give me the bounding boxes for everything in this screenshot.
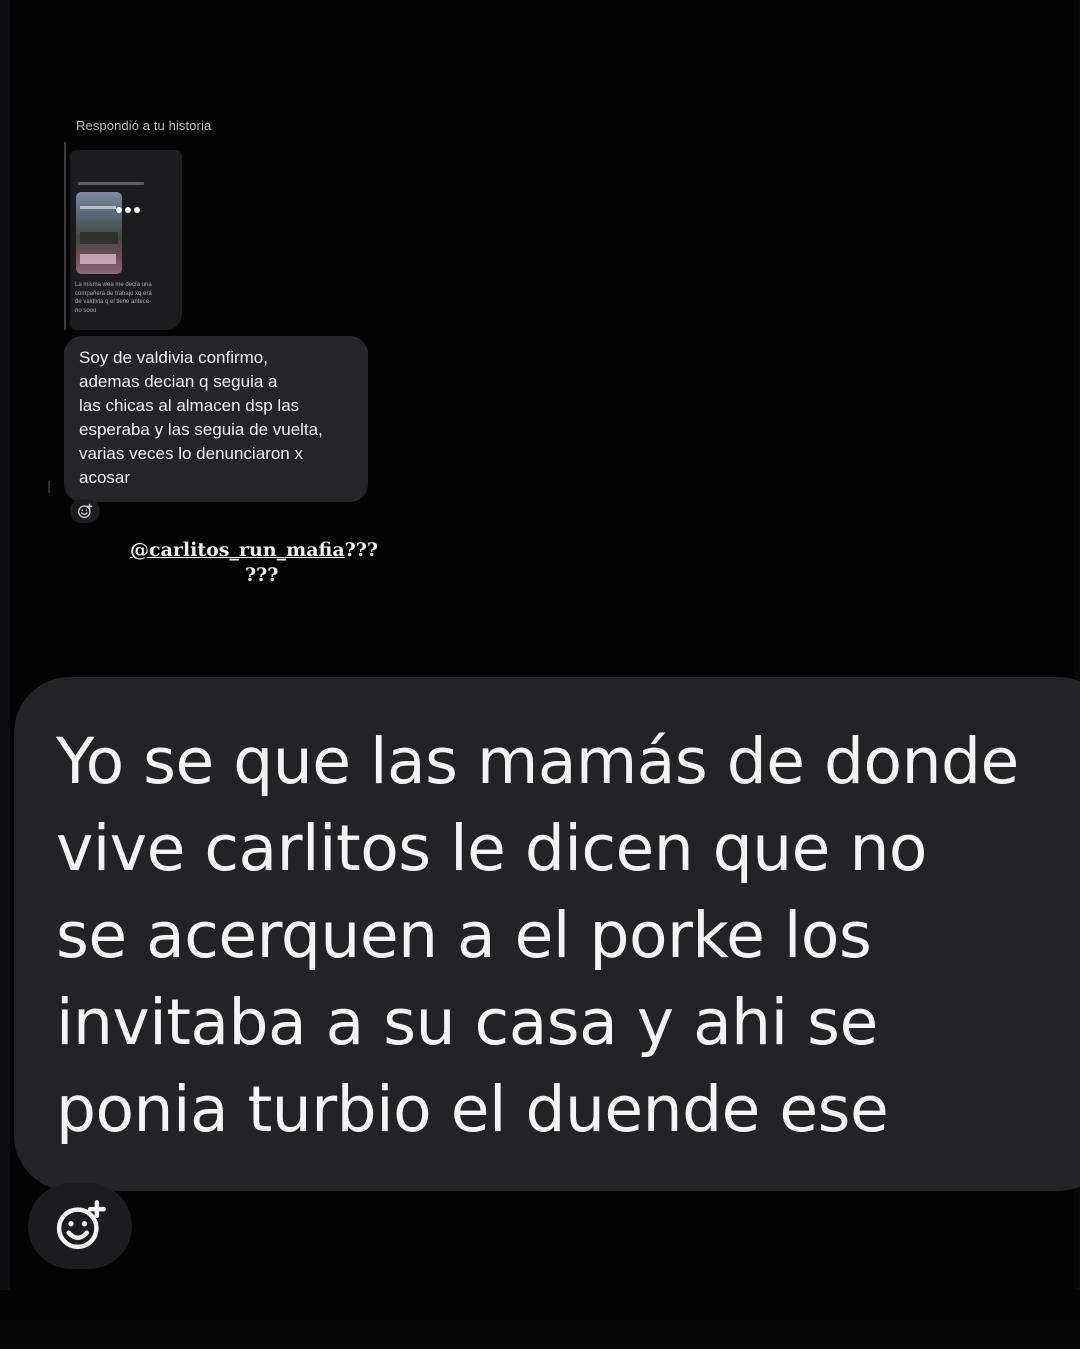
bottom-area [0,1290,1080,1349]
add-reaction-icon [56,1200,106,1250]
message-bubble-small[interactable]: Soy de valdivia confirmo, ademas decian … [64,336,368,502]
mention-text-line2: ??? [245,564,279,586]
story-thumbnail[interactable] [76,192,122,274]
message-text-small: Soy de valdivia confirmo, ademas decian … [79,348,323,487]
more-dots-icon[interactable] [116,207,140,213]
add-reaction-button[interactable] [28,1183,132,1269]
quote-bar [64,142,66,330]
left-edge [0,0,10,1349]
add-reaction-button-small[interactable] [70,499,100,523]
add-reaction-icon [78,503,93,518]
story-caption: La misma wea me decía una compañera de t… [75,282,152,314]
replied-to-story-label: Respondió a tu historia [76,118,212,133]
message-text-large: Yo se que las mamás de donde vive carlit… [56,725,1019,1146]
story-header [78,182,144,185]
mention-handle[interactable]: @carlitos_run_mafia [130,539,345,561]
shared-story-card[interactable]: La misma wea me decía una compañera de t… [70,150,182,330]
story-screen: Respondió a tu historia La misma wea me … [0,0,1080,1349]
mention-suffix: ??? [344,539,379,561]
mention-text[interactable]: @carlitos_run_mafia??? [130,538,420,563]
divider [48,481,50,493]
